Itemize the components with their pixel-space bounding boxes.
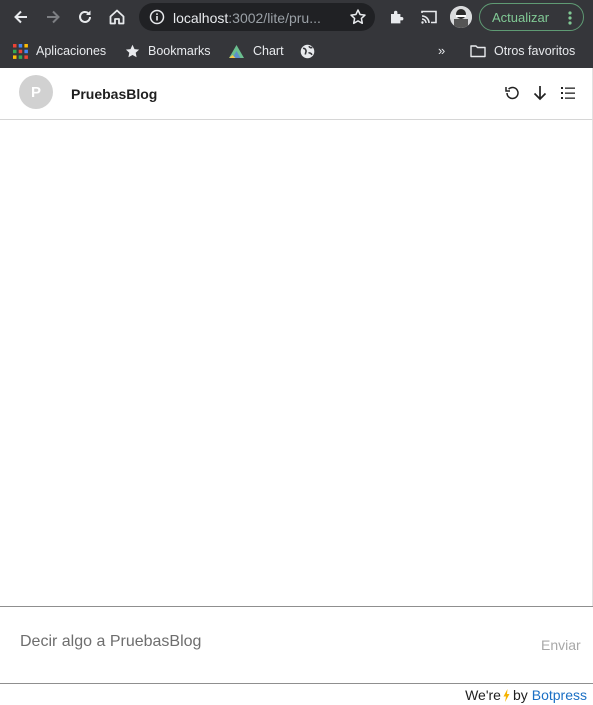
bookmark-aplicaciones[interactable]: Aplicaciones xyxy=(13,42,106,60)
message-list[interactable] xyxy=(0,120,593,607)
extensions-puzzle-icon[interactable] xyxy=(385,5,409,29)
reset-conversation-icon[interactable] xyxy=(503,84,521,102)
botpress-link[interactable]: Botpress xyxy=(532,687,587,703)
url-host: localhost xyxy=(173,10,229,26)
download-transcript-icon[interactable] xyxy=(531,84,549,102)
star-icon xyxy=(125,44,140,59)
chat-header: P PruebasBlog xyxy=(0,68,593,120)
bookmark-star-icon[interactable] xyxy=(349,8,367,31)
back-arrow-icon[interactable] xyxy=(9,5,33,29)
url-text: localhost:3002/lite/pru... xyxy=(173,9,341,27)
apps-grid-icon xyxy=(13,43,28,59)
url-path: :3002/lite/pru... xyxy=(228,10,321,26)
other-favorites-folder[interactable]: Otros favoritos xyxy=(470,42,575,60)
browser-toolbar: localhost:3002/lite/pru... Actualizar xyxy=(0,0,593,34)
cast-icon[interactable] xyxy=(417,5,441,29)
powered-by-footer: We're by Botpress xyxy=(0,684,593,705)
conversations-list-icon[interactable] xyxy=(559,84,577,102)
bot-name: PruebasBlog xyxy=(71,86,158,102)
powered-prefix: We're xyxy=(465,687,501,703)
globe-icon xyxy=(300,44,315,59)
profile-avatar[interactable] xyxy=(450,6,472,28)
bookmark-label: Aplicaciones xyxy=(36,44,107,58)
bookmark-bookmarks[interactable]: Bookmarks xyxy=(125,42,211,60)
forward-arrow-icon[interactable] xyxy=(41,5,65,29)
bookmark-globe[interactable] xyxy=(300,42,323,60)
update-label: Actualizar xyxy=(492,10,550,25)
bookmark-label: Bookmarks xyxy=(148,44,211,58)
home-icon[interactable] xyxy=(105,5,129,29)
powered-by-word: by xyxy=(512,687,528,703)
more-bookmarks-button[interactable]: » xyxy=(438,43,445,58)
update-button[interactable]: Actualizar xyxy=(479,3,584,31)
reload-icon[interactable] xyxy=(73,5,97,29)
kebab-menu-icon[interactable] xyxy=(568,11,572,30)
message-input[interactable] xyxy=(20,631,500,653)
composer: Enviar xyxy=(0,606,593,684)
bot-avatar: P xyxy=(19,75,53,109)
send-button[interactable]: Enviar xyxy=(541,637,581,653)
lightning-bolt-icon xyxy=(503,688,510,702)
bookmark-label: Chart xyxy=(253,44,284,58)
site-info-icon[interactable] xyxy=(149,9,165,30)
bookmark-chart[interactable]: Chart xyxy=(228,42,284,60)
chart-logo-icon xyxy=(228,44,245,59)
other-favorites-label: Otros favoritos xyxy=(494,44,576,58)
powered-by-text: We're by Botpress xyxy=(465,687,587,703)
folder-icon xyxy=(470,44,486,58)
address-bar[interactable]: localhost:3002/lite/pru... xyxy=(139,3,375,31)
bookmarks-bar: Aplicaciones Bookmarks Chart » Otros fav… xyxy=(0,34,593,68)
